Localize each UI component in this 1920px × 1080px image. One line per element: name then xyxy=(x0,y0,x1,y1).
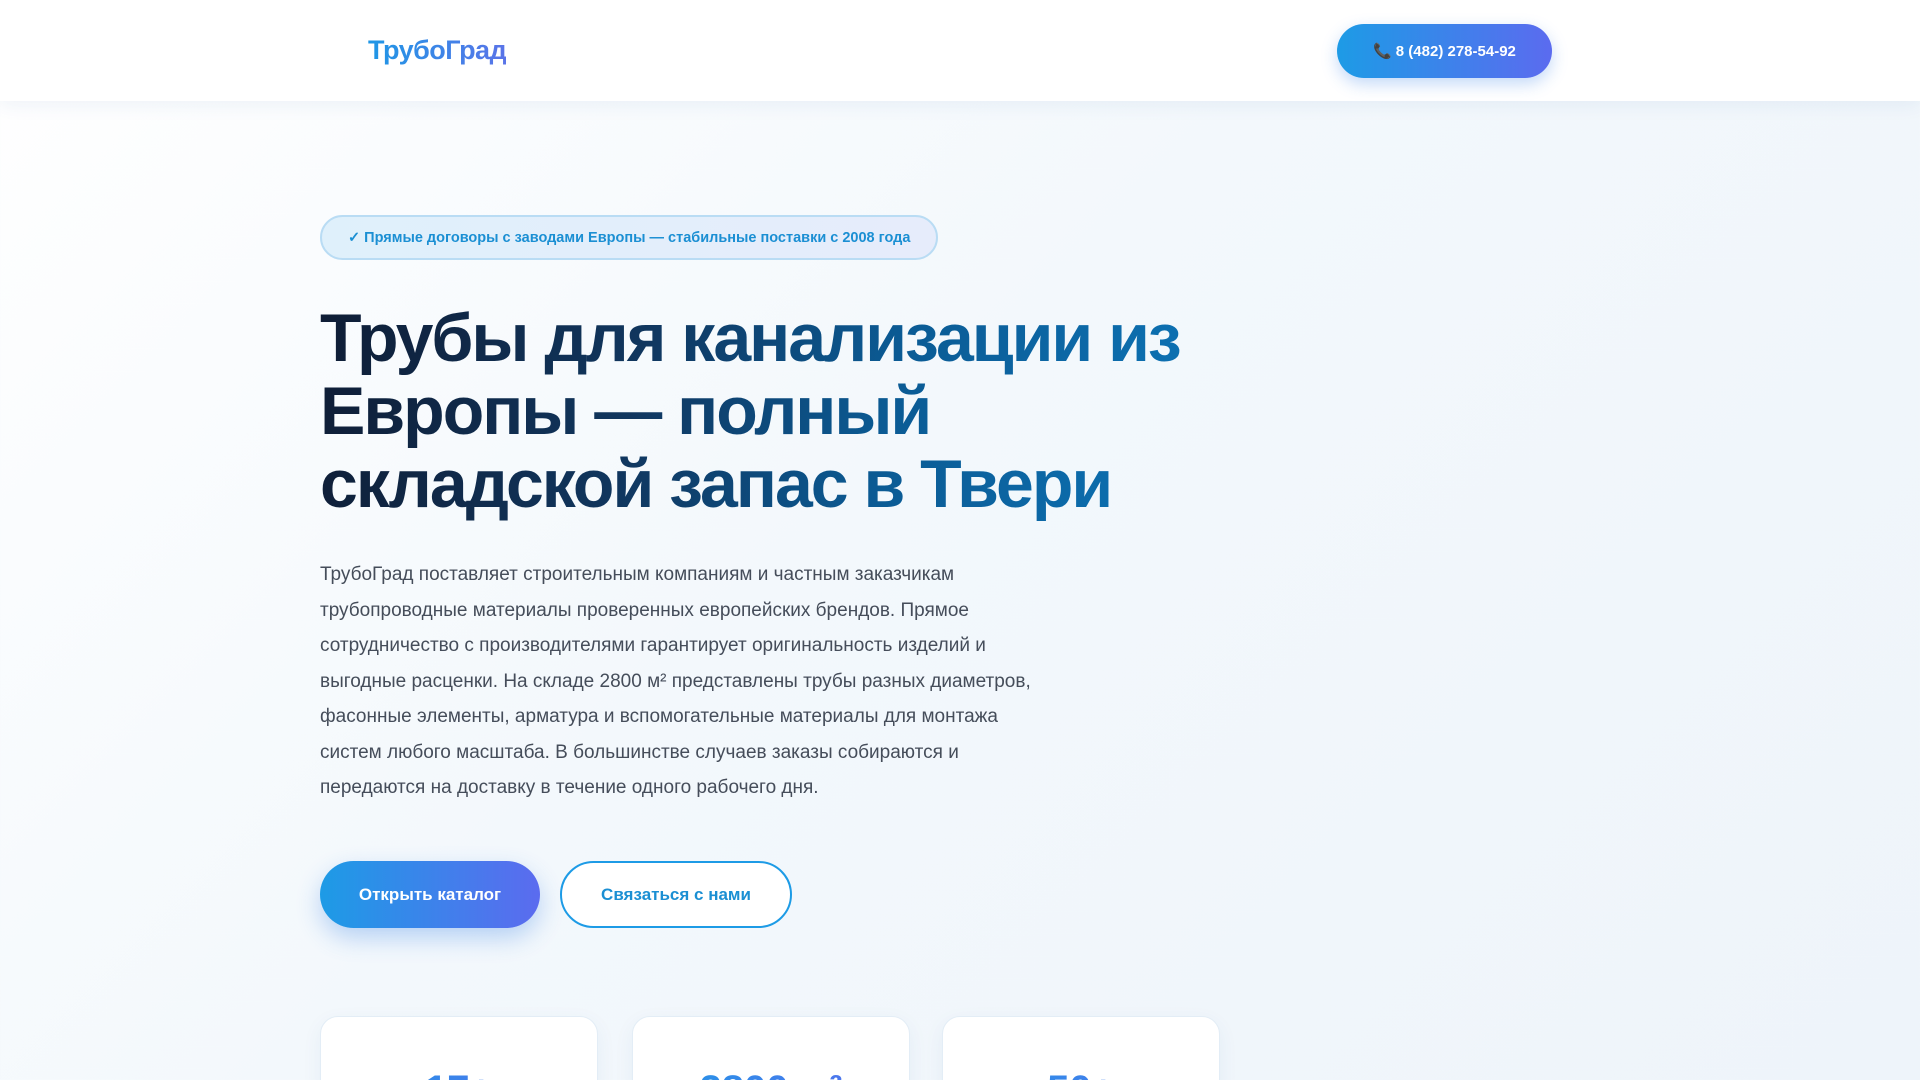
stat-value: 17+ xyxy=(321,1067,597,1080)
hero-description: ТрубоГрад поставляет строительным компан… xyxy=(320,564,1031,798)
hero-badge: ✓ Прямые договоры с заводами Европы — ст… xyxy=(320,215,939,260)
stat-card: 17+ xyxy=(320,1016,598,1080)
phone-icon: 📞 xyxy=(1373,43,1392,60)
stat-card: 2800 м² xyxy=(632,1016,910,1080)
phone-number: 8 (482) 278-54-92 xyxy=(1395,42,1516,60)
stat-card: 50+ xyxy=(942,1016,1220,1080)
stat-value: 50+ xyxy=(943,1067,1219,1080)
hero-title: Трубы для канализации из Европы — полный… xyxy=(320,302,1220,521)
contact-us-button[interactable]: Связаться с нами xyxy=(560,861,792,928)
logo[interactable]: ТрубоГрад xyxy=(368,34,507,66)
phone-button[interactable]: 📞 8 (482) 278-54-92 xyxy=(1337,24,1552,78)
site-header: ТрубоГрад 📞 8 (482) 278-54-92 xyxy=(0,0,1920,101)
stat-value: 2800 м² xyxy=(633,1067,909,1080)
open-catalog-button[interactable]: Открыть каталог xyxy=(320,861,540,928)
